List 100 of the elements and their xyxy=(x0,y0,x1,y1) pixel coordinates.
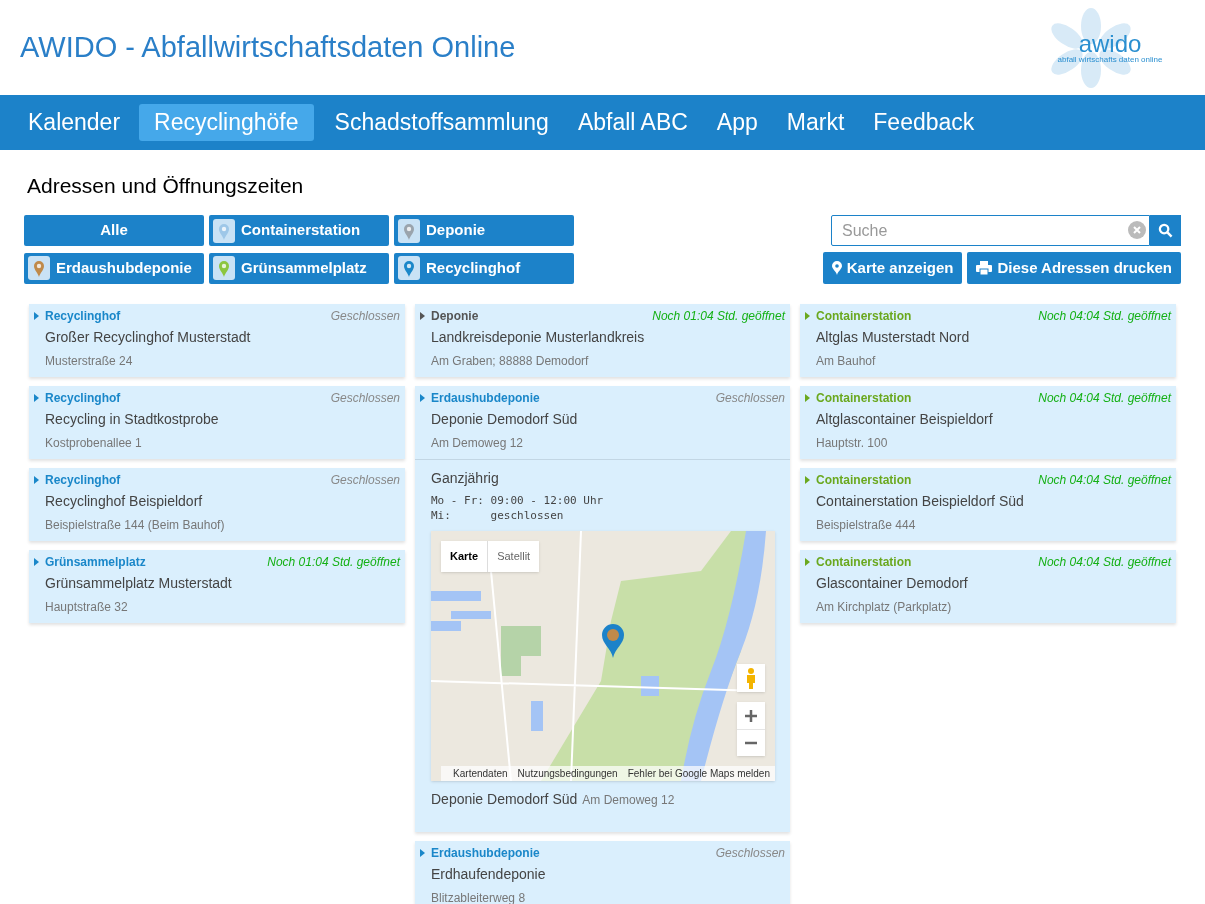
street-view-button[interactable] xyxy=(737,664,765,692)
location-card[interactable] xyxy=(415,386,790,832)
clear-icon[interactable] xyxy=(1128,221,1146,239)
pin-icon xyxy=(398,256,420,280)
location-address: Hauptstraße 32 xyxy=(44,599,129,616)
category-label: Recyclinghof xyxy=(45,390,121,407)
filter-button[interactable]: Erdaushubdeponie xyxy=(24,252,204,284)
filter-button[interactable]: Containerstation xyxy=(209,215,389,246)
caret-icon[interactable] xyxy=(34,312,39,320)
opening-status: Noch 01:04 Std. geöffnet xyxy=(652,308,785,325)
caret-icon[interactable] xyxy=(34,476,39,484)
location-name: Erdhaufendeponie xyxy=(430,865,547,884)
opening-hours: Mi: geschlossen xyxy=(431,508,565,523)
search-icon xyxy=(1158,223,1173,238)
location-card[interactable]: Containerstation Noch 04:04 Std. geöffnet Glascontainer Demodorf Am Kirchplatz (Parkplatz) xyxy=(800,550,1176,623)
location-card[interactable]: Recyclinghof Geschlossen Recycling in Stadtkostprobe Kostprobenallee 1 xyxy=(29,386,405,459)
printer-icon xyxy=(976,261,993,275)
action-button[interactable]: Diese Adressen drucken xyxy=(967,252,1181,284)
location-address: Am Kirchplatz (Parkplatz) xyxy=(815,599,953,616)
map-marker-icon[interactable] xyxy=(602,624,624,658)
nav-tab[interactable]: Abfall ABC xyxy=(567,104,698,141)
filter-button[interactable]: Grünsammelplatz xyxy=(209,252,389,284)
opening-hours: Mo - Fr: 09:00 - 12:00 Uhr xyxy=(431,493,605,508)
location-card[interactable]: Deponie Noch 01:04 Std. geöffnet Landkreisdeponie Musterlandkreis Am Graben; 88888 Demodorf xyxy=(415,304,790,377)
opening-status: Geschlossen xyxy=(715,390,785,407)
pin-icon xyxy=(398,218,420,243)
search-button[interactable] xyxy=(1150,215,1181,246)
category-label: Recyclinghof xyxy=(45,472,121,489)
opening-status: Noch 04:04 Std. geöffnet xyxy=(1038,390,1171,407)
location-name: Recycling in Stadtkostprobe xyxy=(44,410,220,429)
opening-status: Noch 04:04 Std. geöffnet xyxy=(1038,472,1171,489)
location-name: Großer Recyclinghof Musterstadt xyxy=(44,328,252,347)
nav-tab[interactable]: App xyxy=(706,104,768,141)
filter-button[interactable]: Alle xyxy=(24,215,204,246)
location-card[interactable]: Recyclinghof Geschlossen Recyclinghof Beispieldorf Beispielstraße 144 (Beim Bauhof) xyxy=(29,468,405,541)
location-address: Musterstraße 24 xyxy=(44,353,134,370)
caret-icon[interactable] xyxy=(420,849,425,857)
location-card[interactable]: Erdaushubdeponie Geschlossen Erdhaufendeponie Blitzableiterweg 8 xyxy=(415,841,790,904)
location-address: Beispielstraße 144 (Beim Bauhof) xyxy=(44,517,226,534)
pin-icon xyxy=(213,218,235,243)
season-label: Ganzjährig xyxy=(431,469,500,488)
pin-icon xyxy=(213,256,235,280)
map-pin-icon xyxy=(831,261,842,275)
location-card[interactable]: Containerstation Noch 04:04 Std. geöffnet Containerstation Beispieldorf Süd Beispielstraße 444 xyxy=(800,468,1176,541)
location-card[interactable]: Containerstation Noch 04:04 Std. geöffnet Altglas Musterstadt Nord Am Bauhof xyxy=(800,304,1176,377)
opening-status: Noch 04:04 Std. geöffnet xyxy=(1038,554,1171,571)
map-attribution-link[interactable]: Kartendaten xyxy=(448,766,513,781)
location-name: Deponie Demodorf Süd xyxy=(430,410,579,429)
category-label: Containerstation xyxy=(816,308,912,325)
category-label: Containerstation xyxy=(816,472,912,489)
location-name: Glascontainer Demodorf xyxy=(815,574,969,593)
logo-tagline: abfall wirtschafts daten online xyxy=(1057,55,1163,64)
location-name: Altglas Musterstadt Nord xyxy=(815,328,971,347)
filter-button[interactable]: Recyclinghof xyxy=(394,252,574,284)
caret-icon[interactable] xyxy=(420,394,425,402)
location-card[interactable]: Containerstation Noch 04:04 Std. geöffnet Altglascontainer Beispieldorf Hauptstr. 100 xyxy=(800,386,1176,459)
nav-tab[interactable]: Feedback xyxy=(863,104,985,141)
nav-tab[interactable]: Markt xyxy=(776,104,855,141)
location-card[interactable]: Grünsammelplatz Noch 01:04 Std. geöffnet Grünsammelplatz Musterstadt Hauptstraße 32 xyxy=(29,550,405,623)
location-card[interactable]: Recyclinghof Geschlossen Großer Recyclinghof Musterstadt Musterstraße 24 xyxy=(29,304,405,377)
opening-status: Geschlossen xyxy=(330,472,400,489)
opening-status: Noch 01:04 Std. geöffnet xyxy=(267,554,400,571)
caret-icon[interactable] xyxy=(34,394,39,402)
category-label: Recyclinghof xyxy=(45,308,121,325)
location-address: Kostprobenallee 1 xyxy=(44,435,143,452)
location-address: Blitzableiterweg 8 xyxy=(430,890,527,904)
category-label: Deponie xyxy=(431,308,479,325)
caret-icon[interactable] xyxy=(34,558,39,566)
location-address: Am Demoweg 12 xyxy=(430,435,525,452)
location-name: Grünsammelplatz Musterstadt xyxy=(44,574,233,593)
category-label: Containerstation xyxy=(816,554,912,571)
nav-tab[interactable]: Schadstoffsammlung xyxy=(324,104,559,141)
person-icon xyxy=(745,667,757,689)
caret-icon[interactable] xyxy=(420,312,425,320)
page-heading: Adressen und Öffnungszeiten xyxy=(27,173,305,199)
site-title: AWIDO - Abfallwirtschaftsdaten Online xyxy=(20,29,516,65)
opening-status: Geschlossen xyxy=(330,390,400,407)
location-address: Am Demoweg 12 xyxy=(582,792,675,809)
location-address: Beispielstraße 444 xyxy=(815,517,917,534)
search-field[interactable]: Suche xyxy=(831,215,1150,246)
map-type-button[interactable]: Satellit xyxy=(487,541,540,572)
location-address: Am Graben; 88888 Demodorf xyxy=(430,353,590,370)
location-name: Containerstation Beispieldorf Süd xyxy=(815,492,1025,511)
nav-tab[interactable]: Kalender xyxy=(18,104,131,141)
map-view[interactable]: Karte Satellit Kartendaten Nutzungsbedingungen Fehler bei Google Maps melden xyxy=(431,531,775,781)
map-attribution-link[interactable]: Fehler bei Google Maps melden xyxy=(622,766,775,781)
opening-status: Geschlossen xyxy=(330,308,400,325)
location-name: Recyclinghof Beispieldorf xyxy=(44,492,204,511)
map-attribution-link[interactable]: Nutzungsbedingungen xyxy=(512,766,623,781)
filter-button[interactable]: Deponie xyxy=(394,215,574,246)
logo-text: awido xyxy=(1078,31,1142,56)
opening-status: Geschlossen xyxy=(715,845,785,862)
opening-status: Noch 04:04 Std. geöffnet xyxy=(1038,308,1171,325)
category-label: Grünsammelplatz xyxy=(45,554,146,571)
action-button[interactable]: Karte anzeigen xyxy=(822,252,963,284)
category-label: Containerstation xyxy=(816,390,912,407)
location-name: Deponie Demodorf Süd xyxy=(431,790,578,809)
category-label: Erdaushubdeponie xyxy=(431,845,540,862)
minus-icon xyxy=(745,741,757,745)
map-type-button[interactable]: Karte xyxy=(441,541,488,572)
